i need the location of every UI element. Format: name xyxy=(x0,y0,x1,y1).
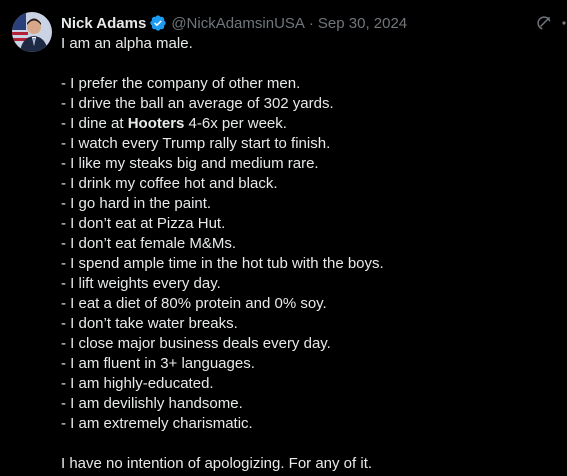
author-name[interactable]: Nick Adams xyxy=(61,15,146,32)
tweet-opening: I am an alpha male. xyxy=(61,35,193,52)
grok-icon[interactable] xyxy=(533,12,555,34)
verified-badge-icon[interactable] xyxy=(149,14,167,32)
tweet-line: - I go hard in the paint. xyxy=(61,195,212,212)
tweet-line: - I don’t eat at Pizza Hut. xyxy=(61,215,226,232)
tweet-line: - I lift weights every day. xyxy=(61,275,221,292)
line-break xyxy=(61,434,551,454)
tweet-line: - I spend ample time in the hot tub with… xyxy=(61,255,384,272)
tweet-line: - I eat a diet of 80% protein and 0% soy… xyxy=(61,295,327,312)
tweet-closing: I have no intention of apologizing. For … xyxy=(61,455,373,472)
tweet-line: - I am highly-educated. xyxy=(61,375,214,392)
bold-hooters-text: Hooters xyxy=(127,115,185,132)
tweet-line: - I drink my coffee hot and black. xyxy=(61,175,278,192)
tweet-line: - I like my steaks big and medium rare. xyxy=(61,155,319,172)
tweet-line: - I am devilishly handsome. xyxy=(61,395,243,412)
tweet-line: - I don’t eat female M&Ms. xyxy=(61,235,237,252)
tweet-line: - I don’t take water breaks. xyxy=(61,315,238,332)
tweet-text: I am an alpha male. - I prefer the compa… xyxy=(61,34,551,474)
tweet-line: - I prefer the company of other men. xyxy=(61,75,301,92)
author-handle[interactable]: @NickAdamsinUSA xyxy=(171,15,305,32)
tweet[interactable]: Nick Adams @NickAdamsinUSA · Sep 30, 202… xyxy=(0,0,567,476)
avatar[interactable] xyxy=(12,12,52,52)
tweet-header: Nick Adams @NickAdamsinUSA · Sep 30, 202… xyxy=(61,13,407,33)
avatar-image xyxy=(12,12,52,52)
tweet-line: - I close major business deals every day… xyxy=(61,335,331,352)
more-icon[interactable] xyxy=(558,12,567,34)
separator-dot: · xyxy=(308,14,314,32)
tweet-line: - I watch every Trump rally start to fin… xyxy=(61,135,331,152)
tweet-date[interactable]: Sep 30, 2024 xyxy=(318,15,407,32)
tweet-line: - I am extremely charismatic. xyxy=(61,415,253,432)
tweet-line: - I drive the ball an average of 302 yar… xyxy=(61,95,334,112)
tweet-line: - I am fluent in 3+ languages. xyxy=(61,355,255,372)
line-break xyxy=(61,54,551,74)
tweet-line-prefix: - I dine at xyxy=(61,115,128,132)
tweet-line-hooters: - I dine at Hooters 4-6x per week. xyxy=(61,114,551,134)
tweet-line-suffix: 4-6x per week. xyxy=(184,115,287,132)
